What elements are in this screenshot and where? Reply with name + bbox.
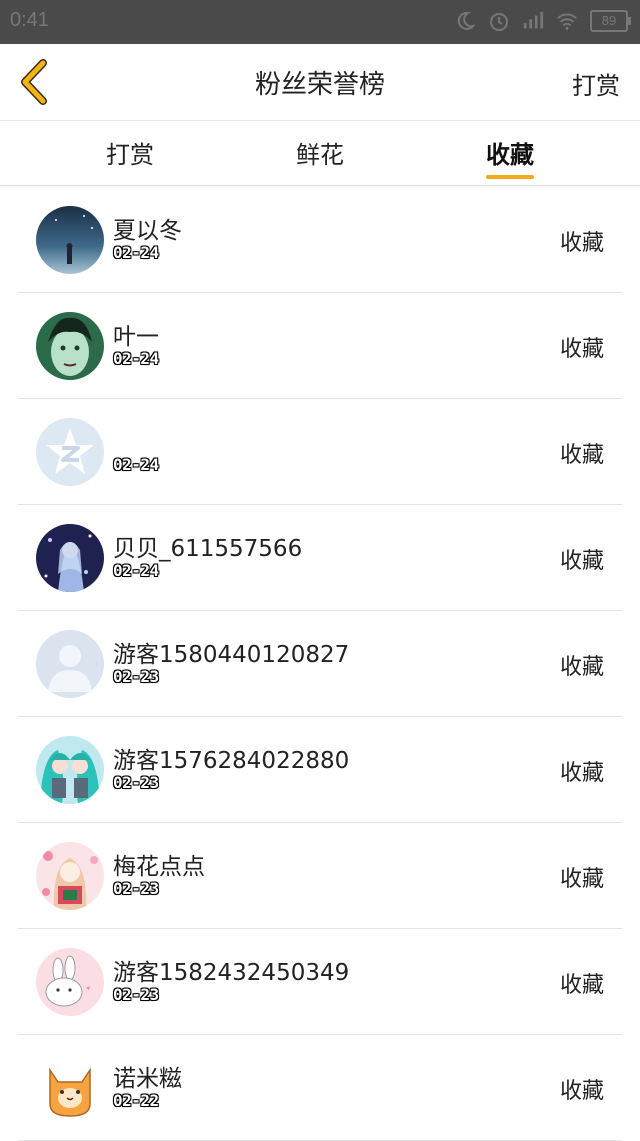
- fan-date: 02-24: [113, 561, 159, 580]
- fan-action-type: 收藏: [559, 1079, 604, 1104]
- list-item[interactable]: 梅花点点 02-23 收藏: [18, 823, 622, 929]
- fan-name: 游客1580440120827: [113, 642, 350, 668]
- tab-flowers[interactable]: 鲜花: [296, 135, 344, 170]
- reward-button[interactable]: 打赏: [572, 66, 620, 101]
- fan-name: 贝贝_611557566: [113, 536, 303, 562]
- status-bar: 0:41 89: [0, 0, 640, 44]
- fan-name: 夏以冬: [113, 218, 182, 244]
- fan-action-type: 收藏: [559, 231, 604, 256]
- fan-date: 02-23: [113, 985, 159, 1004]
- list-item[interactable]: 游客1576284022880 02-23 收藏: [18, 717, 622, 823]
- fan-date: 02-22: [113, 1091, 159, 1110]
- wifi-icon: [556, 10, 578, 32]
- fan-date: 02-24: [113, 455, 159, 474]
- fan-name: 游客1582432450349: [113, 960, 350, 986]
- list-item[interactable]: 游客1582432450349 02-23 收藏: [18, 929, 622, 1035]
- avatar: [36, 418, 104, 486]
- fan-action-type: 收藏: [559, 549, 604, 574]
- list-item[interactable]: 叶一 02-24 收藏: [18, 293, 622, 399]
- fan-action-type: 收藏: [559, 973, 604, 998]
- avatar: [36, 206, 104, 274]
- list-item[interactable]: 02-24 收藏: [18, 399, 622, 505]
- avatar: [36, 1054, 104, 1122]
- header: 粉丝荣誉榜 打赏: [0, 44, 640, 121]
- status-time: 0:41: [10, 9, 49, 31]
- fan-action-type: 收藏: [559, 443, 604, 468]
- fan-action-type: 收藏: [559, 337, 604, 362]
- fan-date: 02-24: [113, 349, 159, 368]
- fan-date: 02-24: [113, 243, 159, 262]
- tab-reward[interactable]: 打赏: [106, 135, 154, 170]
- avatar: [36, 524, 104, 592]
- fan-list: 夏以冬 02-24 收藏 叶一 02-24 收藏 02-24 收藏 贝贝_611…: [18, 187, 622, 1141]
- fan-name: 叶一: [113, 324, 159, 350]
- signal-icon: [522, 10, 544, 32]
- status-icons: 89: [454, 10, 631, 32]
- list-item[interactable]: 诺米糍 02-22 收藏: [18, 1035, 622, 1141]
- avatar: [36, 630, 104, 698]
- list-item[interactable]: 游客1580440120827 02-23 收藏: [18, 611, 622, 717]
- fan-action-type: 收藏: [559, 867, 604, 892]
- page-title: 粉丝荣誉榜: [254, 70, 385, 100]
- fan-name: 游客1576284022880: [113, 748, 350, 774]
- active-tab-indicator: [486, 175, 534, 179]
- tab-favorites[interactable]: 收藏: [486, 135, 534, 179]
- fan-date: 02-23: [113, 667, 159, 686]
- avatar: [36, 948, 104, 1016]
- moon-icon: [454, 10, 476, 32]
- fan-name: 诺米糍: [113, 1066, 182, 1092]
- fan-name: 梅花点点: [113, 854, 205, 880]
- alarm-icon: [488, 10, 510, 32]
- fan-action-type: 收藏: [559, 655, 604, 680]
- battery-indicator: 89: [590, 10, 631, 32]
- tab-bar: 打赏 鲜花 收藏: [0, 121, 640, 186]
- list-item[interactable]: 贝贝_611557566 02-24 收藏: [18, 505, 622, 611]
- list-item[interactable]: 夏以冬 02-24 收藏: [18, 187, 622, 293]
- avatar: [36, 312, 104, 380]
- avatar: [36, 842, 104, 910]
- fan-action-type: 收藏: [559, 761, 604, 786]
- tab-favorites-label: 收藏: [486, 141, 534, 169]
- avatar: [36, 736, 104, 804]
- fan-date: 02-23: [113, 879, 159, 898]
- fan-date: 02-23: [113, 773, 159, 792]
